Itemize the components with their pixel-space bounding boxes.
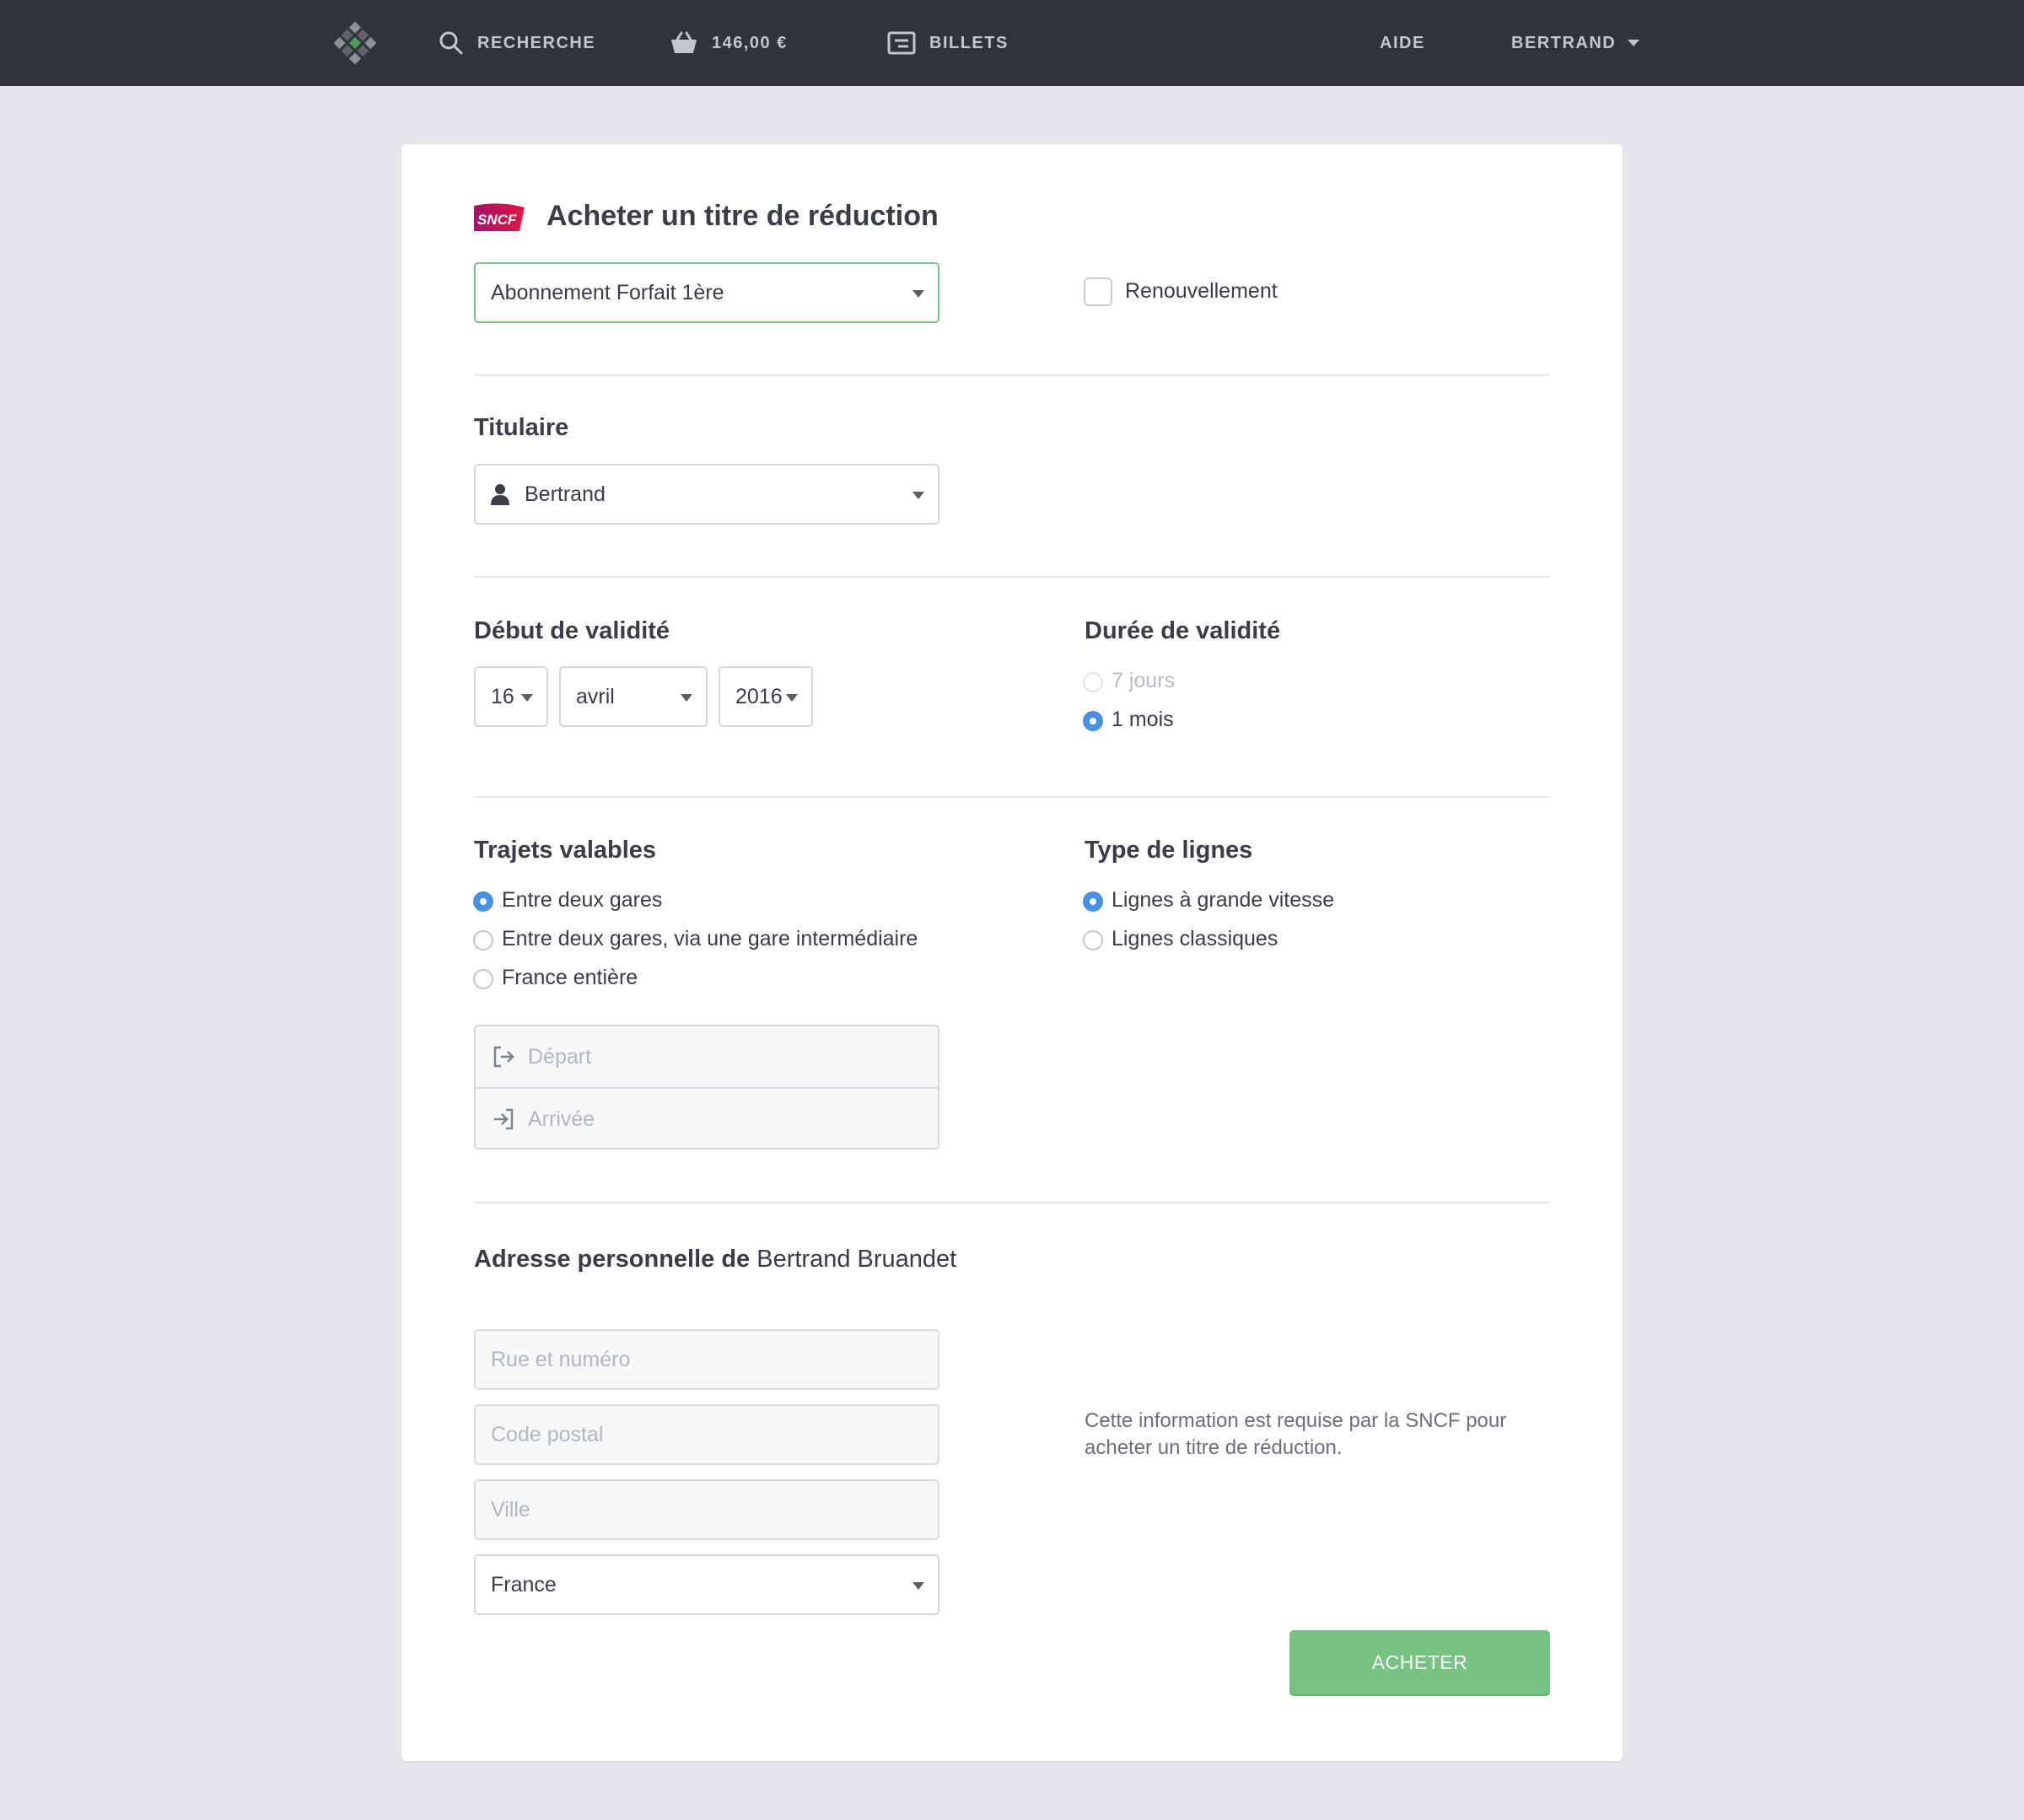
journey-label-via-station[interactable]: Entre deux gares, via une gare intermédi…	[502, 927, 918, 951]
line-type-title: Type de lignes	[1085, 837, 1253, 864]
journeys-title: Trajets valables	[474, 837, 657, 864]
nav-search[interactable]: RECHERCHE	[439, 0, 595, 86]
month-select-value: avril	[576, 684, 615, 708]
renewal-checkbox[interactable]	[1084, 277, 1112, 306]
nav-help[interactable]: AIDE	[1380, 0, 1425, 86]
line-radio-high-speed[interactable]	[1083, 891, 1103, 912]
user-icon	[491, 484, 509, 505]
app-logo-icon[interactable]	[331, 19, 380, 67]
chevron-down-icon	[681, 694, 692, 702]
chevron-down-icon	[786, 694, 798, 702]
day-select[interactable]: 16	[474, 666, 548, 727]
duration-label-1-month[interactable]: 1 mois	[1112, 708, 1174, 732]
chevron-down-icon	[912, 290, 924, 298]
chevron-down-icon	[912, 1582, 924, 1590]
chevron-down-icon	[1628, 40, 1640, 46]
nav-tickets[interactable]: BILLETS	[887, 0, 1009, 86]
cart-amount: 146,00 €	[712, 33, 788, 52]
journey-label-two-stations[interactable]: Entre deux gares	[502, 888, 662, 913]
duration-radio-1-month[interactable]	[1083, 711, 1103, 731]
section-divider	[474, 576, 1550, 578]
arrival-icon	[494, 1108, 514, 1130]
holder-title: Titulaire	[474, 414, 569, 441]
day-select-value: 16	[491, 684, 514, 708]
journey-radio-via-station[interactable]	[473, 930, 493, 950]
address-title-name: Bertrand Bruandet	[756, 1246, 957, 1273]
nav-user-menu[interactable]: BERTRAND	[1511, 0, 1640, 86]
chevron-down-icon	[912, 492, 924, 499]
journey-radio-two-stations[interactable]	[473, 891, 493, 912]
section-divider	[474, 374, 1550, 376]
departure-icon	[493, 1046, 514, 1068]
station-inputs	[474, 1025, 939, 1150]
departure-input[interactable]	[526, 1043, 918, 1070]
country-select[interactable]: France	[474, 1554, 939, 1615]
journey-radio-all-france[interactable]	[473, 969, 493, 989]
year-select-value: 2016	[735, 684, 783, 708]
address-title: Adresse personnelle de Bertrand Bruandet	[474, 1242, 980, 1276]
chevron-down-icon	[521, 694, 533, 702]
buy-button[interactable]: ACHETER	[1289, 1630, 1550, 1694]
departure-row[interactable]	[476, 1026, 938, 1087]
purchase-form-card: SNCF Acheter un titre de réduction Abonn…	[401, 144, 1623, 1761]
search-icon	[439, 31, 463, 55]
holder-select-value: Bertrand	[525, 482, 606, 506]
holder-select[interactable]: Bertrand	[474, 464, 939, 525]
street-input[interactable]	[474, 1329, 939, 1390]
page-title: Acheter un titre de réduction	[546, 200, 939, 232]
line-label-classic[interactable]: Lignes classiques	[1112, 927, 1278, 951]
country-select-value: France	[491, 1572, 557, 1597]
product-select[interactable]: Abonnement Forfait 1ère	[474, 262, 939, 323]
form-header: SNCF Acheter un titre de réduction	[474, 200, 939, 233]
product-select-value: Abonnement Forfait 1ère	[491, 280, 724, 304]
nav-search-label: RECHERCHE	[477, 33, 596, 52]
renewal-label[interactable]: Renouvellement	[1125, 279, 1278, 304]
basket-icon	[671, 31, 697, 53]
arrival-input[interactable]	[526, 1106, 918, 1133]
address-title-prefix: Adresse personnelle de	[474, 1246, 751, 1273]
svg-text:SNCF: SNCF	[477, 212, 517, 228]
top-navigation-bar: RECHERCHE 146,00 € BILLETS AIDE BERTRAND	[0, 0, 2024, 86]
month-select[interactable]: avril	[559, 666, 708, 727]
duration-radio-7-days[interactable]	[1083, 672, 1103, 692]
city-input[interactable]	[474, 1479, 939, 1540]
address-info-text: Cette information est requise par la SNC…	[1085, 1409, 1507, 1459]
section-divider	[474, 1202, 1550, 1203]
journey-label-all-france[interactable]: France entière	[502, 966, 638, 990]
nav-user-label: BERTRAND	[1511, 33, 1617, 52]
duration-label-7-days: 7 jours	[1112, 669, 1176, 692]
nav-cart[interactable]: 146,00 €	[670, 0, 788, 86]
validity-start-title: Début de validité	[474, 617, 670, 644]
validity-duration-title: Durée de validité	[1085, 617, 1281, 644]
arrival-row[interactable]	[476, 1089, 938, 1150]
postcode-input[interactable]	[474, 1404, 939, 1465]
ticket-icon	[887, 31, 916, 55]
sncf-logo: SNCF	[474, 202, 525, 231]
line-label-high-speed[interactable]: Lignes à grande vitesse	[1112, 888, 1334, 913]
nav-tickets-label: BILLETS	[929, 33, 1009, 52]
year-select[interactable]: 2016	[719, 666, 813, 727]
line-radio-classic[interactable]	[1083, 930, 1103, 950]
nav-help-label: AIDE	[1380, 33, 1425, 52]
section-divider	[474, 796, 1550, 798]
